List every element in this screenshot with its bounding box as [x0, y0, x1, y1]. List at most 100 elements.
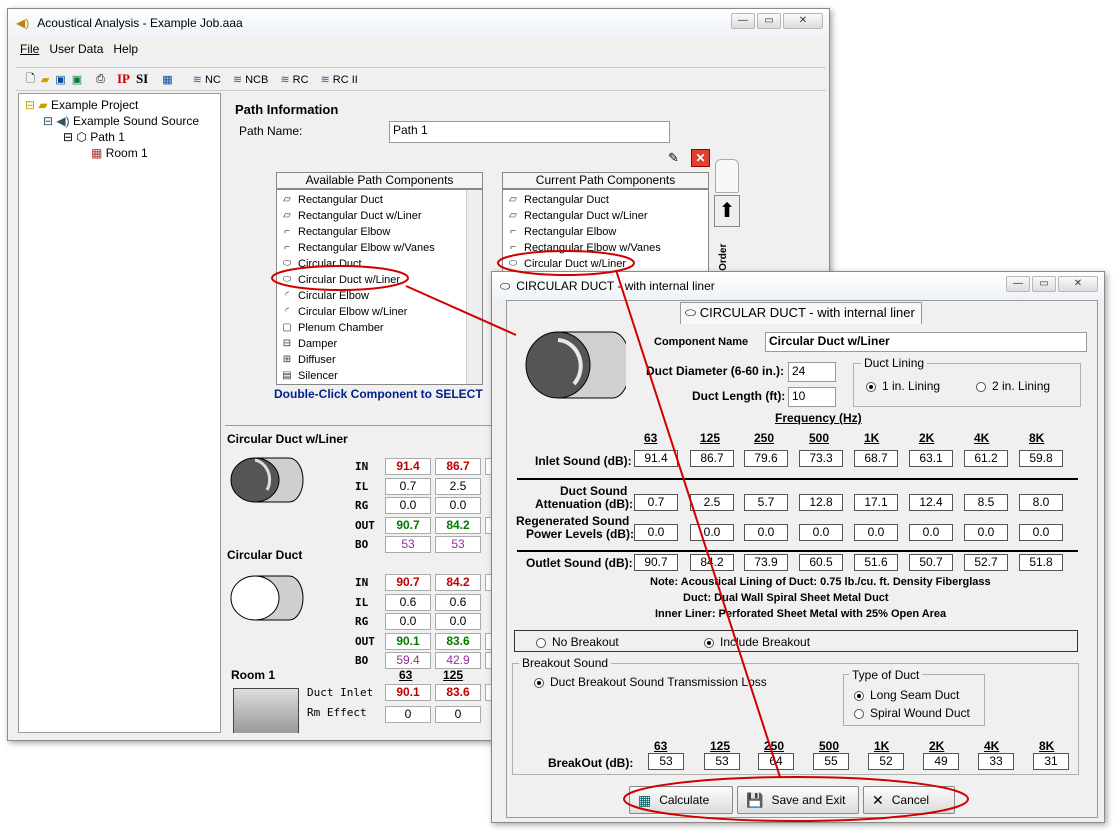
- lining-2in-radio[interactable]: 2 in. Lining: [976, 379, 1050, 393]
- current-components-list[interactable]: ▱ Rectangular Duct ▱ Rectangular Duct w/Lin…: [502, 189, 709, 279]
- save-and-exit-button[interactable]: 💾 Save and Exit: [737, 786, 859, 814]
- component-name-input[interactable]: Circular Duct w/Liner: [765, 332, 1087, 352]
- available-list-item[interactable]: ▱ Rectangular Duct w/Liner: [277, 208, 482, 224]
- breakout-method-radio[interactable]: Duct Breakout Sound Transmission Loss: [534, 675, 767, 689]
- cancel-button[interactable]: ✕ Cancel: [863, 786, 955, 814]
- minimize-button[interactable]: —: [731, 13, 755, 29]
- print-icon[interactable]: ⎙: [96, 73, 105, 86]
- dialog-maximize-button[interactable]: ▭: [1032, 276, 1056, 292]
- duct-lining-title: Duct Lining: [861, 356, 928, 370]
- atten-label-line1: Duct Sound: [560, 484, 628, 498]
- plenum-icon: ▢: [282, 322, 292, 333]
- maximize-button[interactable]: ▭: [757, 13, 781, 29]
- folder-open-icon: ⊟ ▰: [25, 98, 48, 112]
- dialog-tab[interactable]: ⬭ CIRCULAR DUCT - with internal liner: [680, 302, 922, 324]
- outlet-value: 60.5: [799, 554, 843, 571]
- summary-value: 53: [385, 536, 431, 553]
- list-item-label: Damper: [298, 338, 338, 350]
- path-name-input[interactable]: Path 1: [389, 121, 670, 143]
- available-list-item[interactable]: ⬭ Circular Duct: [277, 256, 482, 272]
- edit-icon[interactable]: ✎: [668, 150, 679, 166]
- dialog-minimize-button[interactable]: —: [1006, 276, 1030, 292]
- tree-item-project[interactable]: ⊟ ▰ Example Project: [25, 98, 138, 112]
- open-folder-icon[interactable]: ▰: [41, 73, 49, 86]
- atten-value: 17.1: [854, 494, 898, 511]
- breakout-value: 55: [813, 753, 849, 770]
- move-up-button[interactable]: ⬆: [714, 195, 740, 227]
- ncb-chart-button[interactable]: ≋ NCB: [233, 73, 269, 86]
- available-list-item[interactable]: ◜ Circular Elbow w/Liner: [277, 304, 482, 320]
- summary2-title: Circular Duct: [227, 548, 303, 562]
- radio-selected-icon: [704, 637, 714, 648]
- available-list-item[interactable]: ▤ Silencer: [277, 368, 482, 384]
- rc-chart-button[interactable]: ≋ RC: [280, 73, 308, 86]
- available-list-item[interactable]: ⌐ Rectangular Elbow: [277, 224, 482, 240]
- breakout-value: 53: [704, 753, 740, 770]
- breakout-value: 52: [868, 753, 904, 770]
- diameter-input[interactable]: 24: [788, 362, 836, 382]
- current-list-item[interactable]: ▱ Rectangular Duct w/Liner: [503, 208, 708, 224]
- nc-chart-button[interactable]: ≋ NC: [193, 73, 221, 86]
- menu-file[interactable]: File: [20, 42, 39, 62]
- list-item-label: Silencer: [298, 370, 338, 382]
- summary-value: 90.1: [385, 632, 431, 650]
- menu-help[interactable]: Help: [113, 42, 138, 62]
- available-list-item[interactable]: ⊞ Diffuser: [277, 352, 482, 368]
- note-duct: Duct: Dual Wall Spiral Sheet Metal Duct: [683, 592, 889, 604]
- delete-icon[interactable]: ✕: [691, 149, 710, 167]
- available-list-item[interactable]: ◜ Circular Elbow: [277, 288, 482, 304]
- duct-inlet-label: Duct Inlet: [307, 686, 374, 699]
- current-list-item[interactable]: ⌐ Rectangular Elbow w/Vanes: [503, 240, 708, 256]
- available-list-item[interactable]: ▱ Rectangular Duct: [277, 192, 482, 208]
- duct-icon: ▱: [509, 210, 517, 221]
- si-units-button[interactable]: SI: [136, 71, 148, 87]
- tree-item-sound-source[interactable]: ⊟ ◀) Example Sound Source: [43, 114, 199, 128]
- summary-value: 90.7: [385, 574, 431, 591]
- available-components-list[interactable]: ▱ Rectangular Duct ▱ Rectangular Duct w/Lin…: [276, 189, 483, 385]
- save-all-icon[interactable]: ▣: [72, 73, 82, 86]
- available-list-item[interactable]: ▢ Plenum Chamber: [277, 320, 482, 336]
- current-list-item[interactable]: ⌐ Rectangular Elbow: [503, 224, 708, 240]
- regen-value: 0.0: [744, 524, 788, 541]
- freq-header: 250: [754, 431, 775, 445]
- rc2-chart-button[interactable]: ≋ RC II: [321, 73, 358, 86]
- close-button[interactable]: ✕: [783, 13, 823, 29]
- duct-icon: ⊟ ⬡: [63, 130, 87, 144]
- save-icon[interactable]: ▣: [55, 73, 65, 86]
- duct-inlet-63: 90.1: [385, 684, 431, 701]
- ip-units-button[interactable]: IP: [117, 71, 130, 87]
- row-label-in: IN: [355, 460, 369, 473]
- tree-item-room[interactable]: ▦ Room 1: [91, 146, 148, 160]
- no-breakout-radio[interactable]: No Breakout: [536, 635, 619, 649]
- long-seam-radio[interactable]: Long Seam Duct: [854, 688, 959, 702]
- lining-1in-radio[interactable]: 1 in. Lining: [866, 379, 940, 393]
- available-list-item[interactable]: ⊟ Damper: [277, 336, 482, 352]
- scrollbar[interactable]: [466, 190, 482, 384]
- available-list-item[interactable]: ⬭ Circular Duct w/Liner: [277, 272, 482, 288]
- summary-value: 0.0: [385, 613, 431, 630]
- menu-user-data[interactable]: User Data: [49, 42, 103, 62]
- available-list-item[interactable]: ⌐ Rectangular Elbow w/Vanes: [277, 240, 482, 256]
- outlet-value: 52.7: [964, 554, 1008, 571]
- summary-value: 91.4: [385, 458, 431, 475]
- length-input[interactable]: 10: [788, 387, 836, 407]
- elbow-icon: ⌐: [510, 226, 516, 237]
- freq-header: 63: [644, 431, 658, 445]
- calculator-icon[interactable]: ▦: [162, 73, 172, 86]
- dialog-close-button[interactable]: ✕: [1058, 276, 1098, 292]
- current-list-item[interactable]: ⬭ Circular Duct w/Liner: [503, 256, 708, 272]
- row-label-rg: RG: [355, 499, 369, 512]
- new-file-icon[interactable]: 🗋: [26, 70, 35, 89]
- breakout-freq-header: 125: [710, 739, 731, 753]
- list-item-label: Plenum Chamber: [298, 322, 384, 334]
- summary-value: 53: [435, 536, 481, 553]
- include-breakout-radio[interactable]: Include Breakout: [704, 635, 810, 649]
- list-item-label: Diffuser: [298, 354, 336, 366]
- spiral-wound-radio[interactable]: Spiral Wound Duct: [854, 706, 970, 720]
- freq-header: 500: [809, 431, 830, 445]
- tree-item-path[interactable]: ⊟ ⬡ Path 1: [63, 130, 125, 144]
- outlet-value: 73.9: [744, 554, 788, 571]
- close-icon: ✕: [872, 791, 884, 808]
- calculate-button[interactable]: ▦ Calculate: [629, 786, 733, 814]
- current-list-item[interactable]: ▱ Rectangular Duct: [503, 192, 708, 208]
